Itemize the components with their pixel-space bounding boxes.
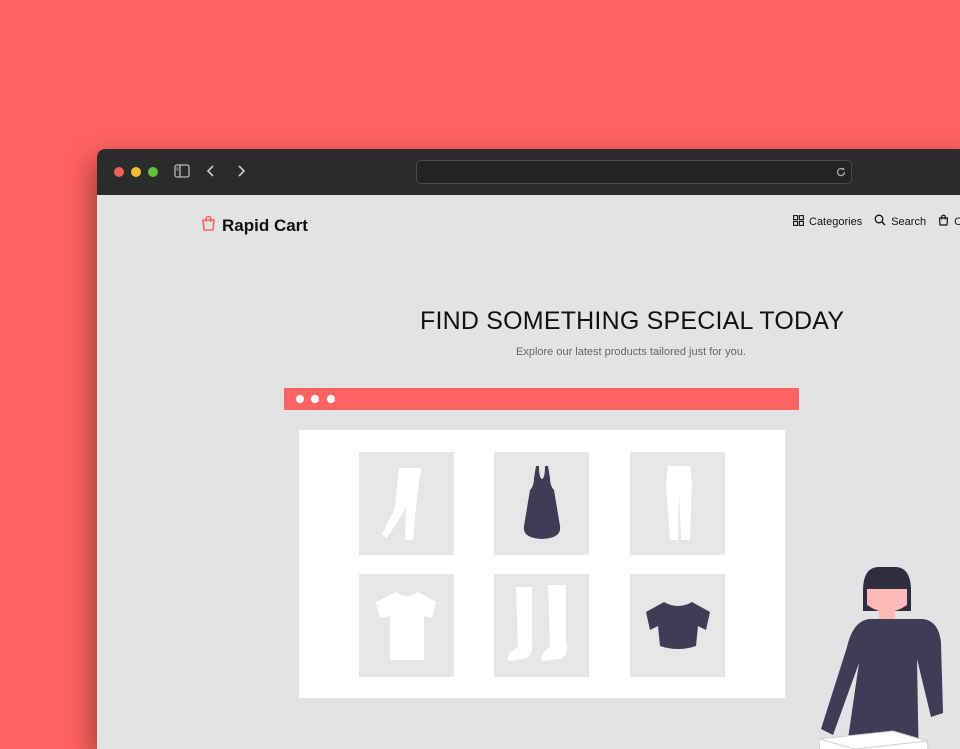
search-icon xyxy=(874,214,886,229)
page-content: Rapid Cart Categories Search Ca xyxy=(97,195,960,749)
nav-categories[interactable]: Categories xyxy=(793,214,862,229)
nav-search[interactable]: Search xyxy=(874,214,926,229)
product-tile-trousers xyxy=(630,452,725,555)
pants-icon xyxy=(381,467,421,540)
minimize-window-button[interactable] xyxy=(131,167,141,177)
nav-search-label: Search xyxy=(891,215,927,228)
product-tile-boots xyxy=(494,574,589,677)
sidebar-toggle-icon[interactable] xyxy=(174,163,190,184)
forward-icon[interactable] xyxy=(234,163,248,184)
maximize-window-button[interactable] xyxy=(148,167,158,177)
hero-title: FIND SOMETHING SPECIAL TODAY xyxy=(420,307,845,335)
illustration-dot xyxy=(327,395,335,403)
back-icon[interactable] xyxy=(204,163,218,184)
illustration-product-grid xyxy=(299,430,785,698)
address-bar[interactable] xyxy=(416,160,852,184)
illustration-dot xyxy=(296,395,304,403)
browser-titlebar xyxy=(97,149,960,195)
close-window-button[interactable] xyxy=(114,167,124,177)
browser-window: Rapid Cart Categories Search Ca xyxy=(97,149,960,749)
product-tile-crop-top xyxy=(630,574,725,677)
trousers-icon xyxy=(665,465,692,540)
brand-name: Rapid Cart xyxy=(222,215,308,235)
reload-icon[interactable] xyxy=(835,165,847,183)
bag-icon xyxy=(938,214,949,229)
nav-cart-label: Ca xyxy=(954,215,960,228)
hero-subtitle: Explore our latest products tailored jus… xyxy=(516,346,746,358)
product-tile-pants xyxy=(359,452,454,555)
product-tile-tshirt xyxy=(359,574,454,677)
nav-cart[interactable]: Ca xyxy=(938,214,960,229)
brand-logo[interactable]: Rapid Cart xyxy=(201,215,308,236)
person-with-box-illustration xyxy=(818,563,960,749)
dress-icon xyxy=(523,465,560,539)
boots-icon xyxy=(507,584,567,661)
illustration-dot xyxy=(311,395,319,403)
product-tile-dress xyxy=(494,452,589,555)
shopping-bag-icon xyxy=(201,215,216,236)
crop-top-icon xyxy=(645,601,710,649)
grid-icon xyxy=(793,214,804,229)
illustration-browser-bar xyxy=(284,388,799,410)
main-nav: Categories Search Ca xyxy=(793,214,960,229)
nav-categories-label: Categories xyxy=(809,215,863,228)
tshirt-icon xyxy=(375,591,436,660)
